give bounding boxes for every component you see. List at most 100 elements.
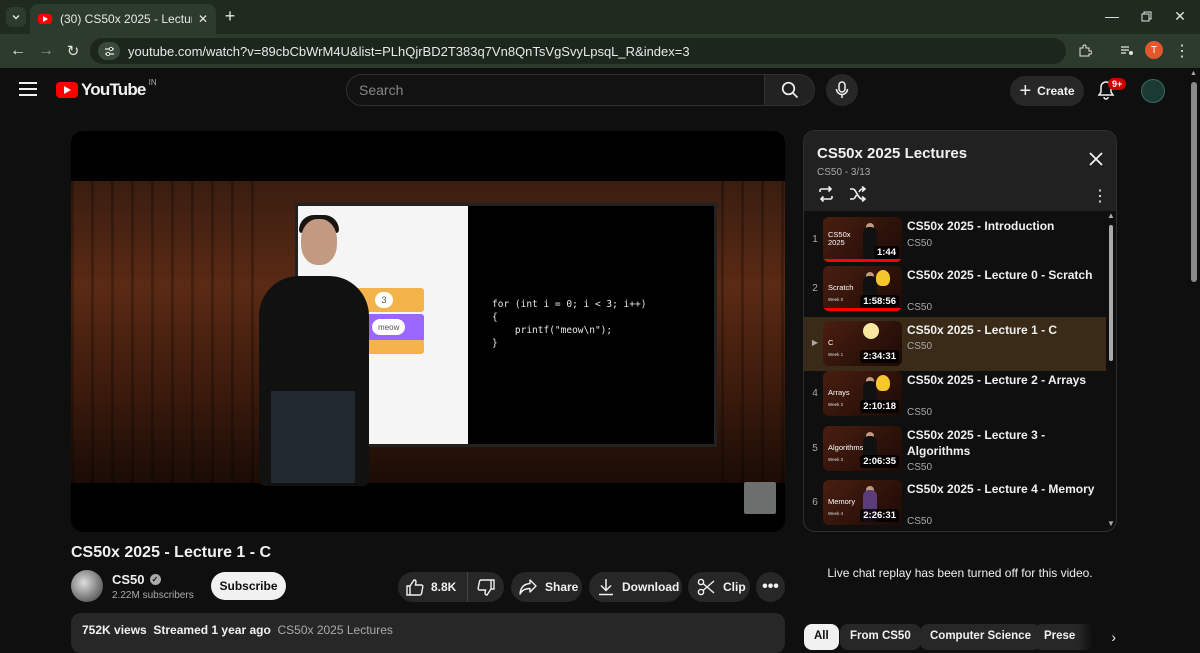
page-scrollbar[interactable]: ▲ xyxy=(1188,68,1200,638)
tab-title: (30) CS50x 2025 - Lecture 1 - C xyxy=(60,12,192,26)
region-code: IN xyxy=(148,77,157,87)
youtube-logo[interactable]: YouTube IN xyxy=(56,77,157,100)
playlist-item-channel: CS50 xyxy=(907,238,933,249)
more-horizontal-icon: ••• xyxy=(762,578,779,595)
now-playing-icon: ▶ xyxy=(811,338,819,347)
thumbnail-label: CS50x 2025 xyxy=(828,230,851,247)
playlist-item[interactable]: 6 Memory Week 4 2:26:31 CS50x 2025 - Lec… xyxy=(804,476,1106,530)
playlist-item-index: 6 xyxy=(812,497,818,508)
guide-menu-icon[interactable] xyxy=(19,82,37,98)
live-chat-off-notice: Live chat replay has been turned off for… xyxy=(827,566,1093,580)
playlist-item-channel: CS50 xyxy=(907,516,933,527)
playlist-item-thumbnail: Memory Week 4 2:26:31 xyxy=(823,480,902,525)
playlist-item-thumbnail: C Week 1 2:34:31 xyxy=(823,321,902,366)
browser-menu-icon[interactable]: ⋮ xyxy=(1174,42,1190,60)
playlist-title[interactable]: CS50x 2025 Lectures xyxy=(817,145,967,162)
forward-arrow-icon[interactable]: → xyxy=(36,41,56,61)
shuffle-icon[interactable] xyxy=(848,184,868,204)
address-bar[interactable]: youtube.com/watch?v=89cbCbWrM4U&list=PLh… xyxy=(90,38,1066,64)
channel-name[interactable]: CS50 ✓ xyxy=(112,572,161,587)
video-title: CS50x 2025 - Lecture 1 - C xyxy=(71,544,272,561)
close-playlist-icon[interactable] xyxy=(1088,151,1104,167)
view-count: 752K views xyxy=(82,623,147,637)
window-restore-icon[interactable] xyxy=(1138,8,1154,24)
browser-tab-bar: (30) CS50x 2025 - Lecture 1 - C ✕ + — ✕ xyxy=(0,0,1200,34)
playlist-item-title: CS50x 2025 - Lecture 3 - Algorithms xyxy=(907,428,1046,458)
back-arrow-icon[interactable]: ← xyxy=(8,41,28,61)
extensions-puzzle-icon[interactable] xyxy=(1076,42,1094,60)
playlist-scrollbar-thumb[interactable] xyxy=(1109,225,1113,361)
search-input[interactable]: Search xyxy=(346,74,765,106)
scroll-up-arrow-icon[interactable]: ▲ xyxy=(1107,211,1115,220)
like-button[interactable]: 8.8K xyxy=(398,572,468,602)
profile-avatar[interactable]: T xyxy=(1145,41,1163,59)
window-minimize-icon[interactable]: — xyxy=(1104,8,1120,24)
playlist-item-index: 1 xyxy=(812,234,818,245)
share-button[interactable]: Share xyxy=(511,572,582,602)
download-button[interactable]: Download xyxy=(589,572,682,602)
more-actions-button[interactable]: ••• xyxy=(756,572,785,602)
search-icon xyxy=(781,81,798,99)
window-close-icon[interactable]: ✕ xyxy=(1172,8,1188,24)
browser-tab[interactable]: (30) CS50x 2025 - Lecture 1 - C ✕ xyxy=(30,4,216,34)
thumbnail-label: Arrays xyxy=(828,388,850,397)
new-tab-plus-icon[interactable]: + xyxy=(222,6,238,26)
playlist-header: CS50x 2025 Lectures CS50 - 3/13 ⋮ xyxy=(804,131,1116,211)
chips-next-chevron-icon[interactable]: › xyxy=(1078,624,1116,650)
subscribe-button[interactable]: Subscribe xyxy=(211,572,286,600)
tab-close-icon[interactable]: ✕ xyxy=(198,12,208,26)
playlist-item-index: 4 xyxy=(812,388,818,399)
playlist-item-index: 5 xyxy=(812,443,818,454)
playlist-item-channel: CS50 xyxy=(907,341,933,352)
playlist-item-thumbnail: Scratch Week 0 1:58:56 xyxy=(823,266,902,311)
account-avatar[interactable] xyxy=(1141,79,1165,103)
playlist-item-title: CS50x 2025 - Introduction xyxy=(907,219,1055,233)
playlist-item[interactable]: 5 Algorithms Week 3 2:06:35 CS50x 2025 -… xyxy=(804,422,1106,476)
media-controls-icon[interactable] xyxy=(1118,42,1136,60)
chip-from-cs50[interactable]: From CS50 xyxy=(840,624,921,650)
watch-progress-bar xyxy=(823,308,902,311)
page-scroll-up-icon[interactable]: ▲ xyxy=(1190,70,1197,77)
playlist-item-current[interactable]: ▶ C Week 1 2:34:31 CS50x 2025 - Lecture … xyxy=(804,317,1106,371)
search-button[interactable] xyxy=(765,74,815,106)
stream-date: Streamed 1 year ago xyxy=(153,623,271,637)
logo-wordmark: YouTube xyxy=(81,80,146,99)
subscriber-count: 2.22M subscribers xyxy=(112,590,194,601)
playlist-item[interactable]: 1 CS50x 2025 1:44 CS50x 2025 - Introduct… xyxy=(804,213,1106,267)
playlist-item[interactable]: 4 Arrays Week 2 2:10:18 CS50x 2025 - Lec… xyxy=(804,367,1106,421)
channel-avatar[interactable] xyxy=(71,570,103,602)
clip-button[interactable]: Clip xyxy=(688,572,750,602)
voice-search-button[interactable] xyxy=(826,74,858,106)
site-info-icon[interactable] xyxy=(98,42,120,60)
video-player[interactable]: 3 meow for (int i = 0; i < 3; i++) { pri… xyxy=(71,131,785,532)
playlist-scrollbar[interactable]: ▲ ▼ xyxy=(1106,211,1116,531)
playlist-item-title: CS50x 2025 - Lecture 0 - Scratch xyxy=(907,268,1093,282)
thumbs-down-icon xyxy=(477,578,495,596)
share-arrow-icon xyxy=(519,579,537,595)
dislike-button[interactable] xyxy=(468,572,504,602)
chip-all[interactable]: All xyxy=(804,624,839,650)
thumbnail-label: Algorithms xyxy=(828,443,864,452)
thumbnail-week: Week 2 xyxy=(828,402,844,407)
playlist-more-icon[interactable]: ⋮ xyxy=(1092,186,1108,206)
playlist-item-title: CS50x 2025 - Lecture 1 - C xyxy=(907,323,1058,337)
playlist-item[interactable]: 2 Scratch Week 0 1:58:56 CS50x 2025 - Le… xyxy=(804,262,1106,316)
youtube-play-logo-icon xyxy=(56,82,78,98)
thumbnail-label: Memory xyxy=(828,497,856,506)
chip-computer-science[interactable]: Computer Science xyxy=(920,624,1041,650)
playlist-position: CS50 - 3/13 xyxy=(817,167,871,178)
page-scrollbar-thumb[interactable] xyxy=(1191,82,1197,282)
playlist-link[interactable]: CS50x 2025 Lectures xyxy=(277,623,392,637)
plus-icon: + xyxy=(1019,80,1032,102)
create-button[interactable]: + Create xyxy=(1010,76,1084,106)
thumbnail-label: C xyxy=(828,338,834,347)
loop-icon[interactable] xyxy=(816,184,836,204)
description-box[interactable]: 752K views Streamed 1 year ago CS50x 202… xyxy=(71,613,785,653)
tab-search-chevron-icon[interactable] xyxy=(6,7,26,27)
like-count: 8.8K xyxy=(431,580,457,594)
code-snippet: for (int i = 0; i < 3; i++) { printf("me… xyxy=(492,299,647,349)
duration-badge: 2:10:18 xyxy=(860,400,899,413)
scroll-down-arrow-icon[interactable]: ▼ xyxy=(1107,519,1115,528)
reload-icon[interactable]: ↻ xyxy=(63,41,83,61)
presenter xyxy=(301,219,337,265)
